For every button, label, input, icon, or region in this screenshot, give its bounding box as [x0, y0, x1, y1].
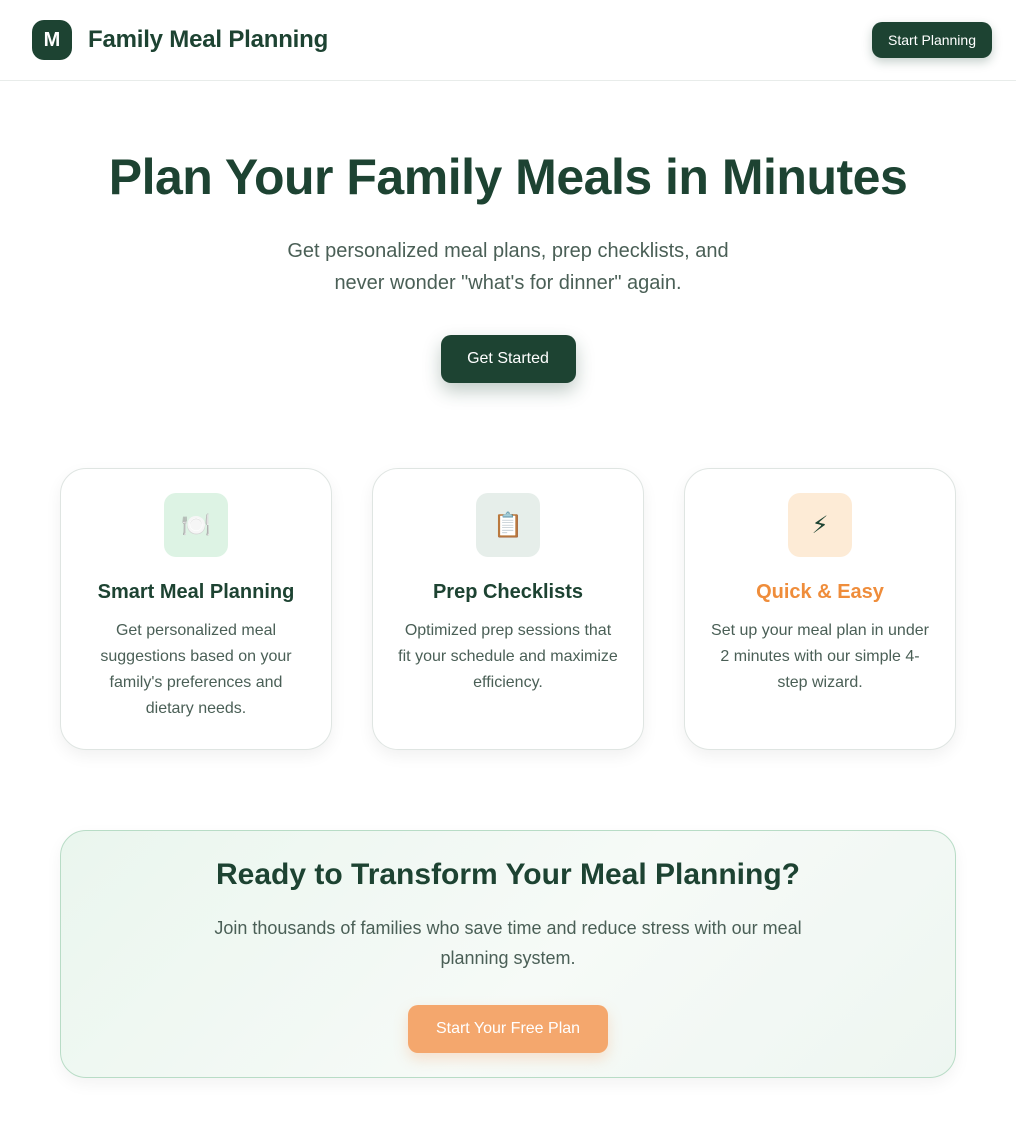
feature-description: Optimized prep sessions that fit your sc…: [398, 622, 618, 691]
hero-subtitle: Get personalized meal plans, prep checkl…: [287, 240, 729, 294]
brand-name[interactable]: Family Meal Planning: [88, 26, 328, 54]
top-navbar: M Family Meal Planning Start Planning: [0, 0, 1016, 81]
feature-description: Get personalized meal suggestions based …: [100, 622, 292, 717]
feature-card-quick-easy: ⚡ Quick & Easy Set up your meal plan in …: [684, 468, 956, 750]
clipboard-icon: 📋: [476, 493, 540, 557]
cta-description: Join thousands of families who save time…: [214, 918, 802, 968]
brand[interactable]: M Family Meal Planning: [32, 20, 328, 60]
feature-title: Prep Checklists: [432, 581, 584, 603]
plate-cutlery-icon: 🍽️: [164, 493, 228, 557]
hero-section: Plan Your Family Meals in Minutes Get pe…: [0, 81, 1016, 383]
feature-description: Set up your meal plan in under 2 minutes…: [711, 622, 929, 691]
start-free-plan-button[interactable]: Start Your Free Plan: [408, 1005, 608, 1053]
features-section: 🍽️ Smart Meal Planning Get personalized …: [0, 468, 1016, 750]
feature-title: Smart Meal Planning: [97, 581, 295, 603]
cta-section: Ready to Transform Your Meal Planning? J…: [60, 830, 956, 1078]
hero-title: Plan Your Family Meals in Minutes: [108, 149, 908, 205]
lightning-icon: ⚡: [788, 493, 852, 557]
logo-icon[interactable]: M: [32, 20, 72, 60]
start-planning-button[interactable]: Start Planning: [872, 22, 992, 58]
get-started-button[interactable]: Get Started: [440, 335, 576, 383]
feature-card-prep-checklists: 📋 Prep Checklists Optimized prep session…: [372, 468, 644, 750]
feature-card-smart-meal-planning: 🍽️ Smart Meal Planning Get personalized …: [60, 468, 332, 750]
feature-title: Quick & Easy: [756, 581, 884, 603]
cta-title: Ready to Transform Your Meal Planning?: [216, 858, 800, 891]
